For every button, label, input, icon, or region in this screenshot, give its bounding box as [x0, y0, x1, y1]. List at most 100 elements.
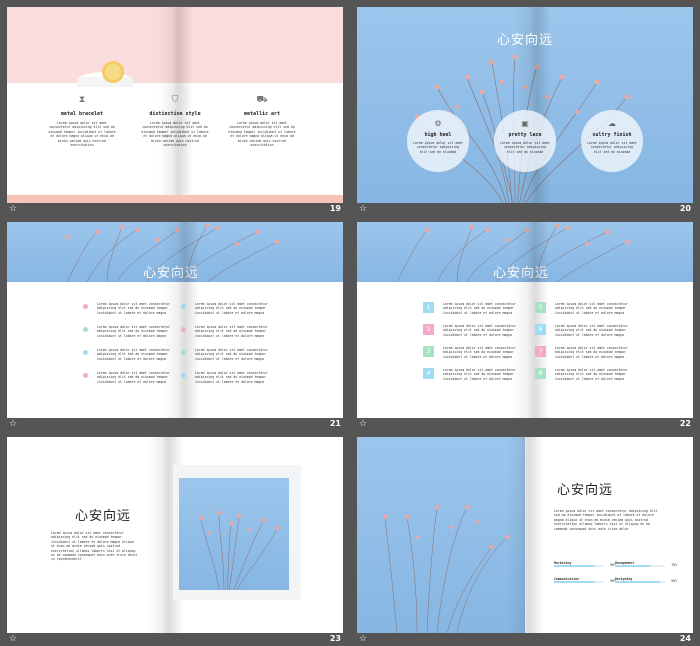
star-icon: ☆ [9, 419, 18, 429]
numbered-item: 6 Lorem ipsum dolor sit amet consectetur … [535, 324, 628, 340]
list-item-text: Lorem ipsum dolor sit amet consectetur a… [97, 302, 170, 315]
slide-title: 心安向远 [496, 33, 553, 48]
list-item-text: Lorem ipsum dolor sit amet consectetur a… [443, 324, 516, 337]
slide-number: 24 [679, 634, 691, 643]
slide-thumbnail-19[interactable]: ⧗ metal bracelet Lorem ipsum dolor sit a… [7, 7, 343, 217]
bullet-dot [83, 350, 88, 355]
skill-bar: Designing 90% [615, 577, 677, 583]
feature-circle: ☁ sultry finish Lorem ipsum dolor sit am… [581, 110, 643, 172]
numbered-item: 3 Lorem ipsum dolor sit amet consectetur … [423, 346, 516, 362]
star-icon: ☆ [9, 634, 18, 644]
list-item-text: Lorem ipsum dolor sit amet consectetur a… [97, 371, 170, 384]
number-badge: 4 [423, 368, 434, 379]
bullet-dot [181, 327, 186, 332]
list-item-text: Lorem ipsum dolor sit amet consectetur a… [195, 371, 268, 384]
page-fold-shadow [163, 222, 199, 418]
feature-text: Lorem ipsum dolor sit amet consectetur a… [500, 141, 550, 154]
feature-circle: ▣ pretty lace Lorem ipsum dolor sit amet… [494, 110, 556, 172]
feature-title: sultry finish [592, 132, 632, 138]
list-item-text: Lorem ipsum dolor sit amet consectetur a… [195, 302, 268, 315]
list-item-text: Lorem ipsum dolor sit amet consectetur a… [97, 348, 170, 361]
feature-title: distinctive style [149, 111, 201, 117]
list-item: Lorem ipsum dolor sit amet consectetur a… [83, 348, 173, 364]
list-item-text: Lorem ipsum dolor sit amet consectetur a… [195, 325, 268, 338]
skill-fill [554, 565, 594, 567]
slide-canvas: 心安向远 Lorem ipsum dolor sit amet consecte… [7, 437, 343, 633]
slide-canvas: 心安向远 1Lorem ipsum dolor sit amet consect… [357, 222, 693, 418]
lemon-cup-image [77, 61, 133, 89]
list-item: Lorem ipsum dolor sit amet consectetur a… [83, 302, 173, 318]
number-badge: 6 [535, 324, 546, 335]
page-fold-shadow [507, 437, 543, 633]
feature-text: Lorem ipsum dolor sit amet consectetur a… [587, 141, 637, 154]
skill-track [615, 565, 665, 567]
slide-footer: ☆ 19 [7, 203, 343, 217]
star-icon: ☆ [359, 634, 368, 644]
bullet-dot [83, 304, 88, 309]
skill-bar: Communication 80% [554, 577, 616, 583]
numbered-item: 4 Lorem ipsum dolor sit amet consectetur … [423, 368, 516, 384]
feature-column: ⛟ metallic art Lorem ipsum dolor sit ame… [227, 95, 297, 147]
numbered-item: 8 Lorem ipsum dolor sit amet consectetur … [535, 368, 628, 384]
body-text: Lorem ipsum dolor sit amet consectetur a… [51, 531, 138, 562]
feature-title: high heel [424, 132, 452, 138]
slide-thumbnail-23[interactable]: 心安向远 Lorem ipsum dolor sit amet consecte… [7, 437, 343, 646]
slide-footer: ☆ 24 [357, 633, 693, 646]
list-item: Lorem ipsum dolor sit amet consectetur a… [83, 325, 173, 341]
list-item-text: Lorem ipsum dolor sit amet consectetur a… [555, 324, 628, 337]
list-item-text: Lorem ipsum dolor sit amet consectetur a… [443, 302, 516, 315]
feature-column: ⧗ metal bracelet Lorem ipsum dolor sit a… [47, 95, 117, 147]
list-item: Lorem ipsum dolor sit amet consectetur a… [83, 371, 173, 387]
feature-title: metal bracelet [60, 111, 104, 117]
star-icon: ☆ [359, 419, 368, 429]
list-item: Lorem ipsum dolor sit amet consectetur a… [181, 371, 271, 387]
feature-text: Lorem ipsum dolor sit amet consectetur a… [48, 121, 116, 148]
bullet-dot [181, 350, 186, 355]
camera-icon: ▣ [521, 119, 529, 128]
bullet-dot [181, 373, 186, 378]
numbered-item: 7 Lorem ipsum dolor sit amet consectetur … [535, 346, 628, 362]
number-badge: 2 [423, 324, 434, 335]
list-item-text: Lorem ipsum dolor sit amet consectetur a… [97, 325, 170, 338]
slide-thumbnail-22[interactable]: 心安向远 1Lorem ipsum dolor sit amet consect… [357, 222, 693, 432]
car-icon: ⛟ [256, 95, 268, 105]
slide-thumbnail-24[interactable]: 心安向远 Lorem ipsum dolor sit amet consecte… [357, 437, 693, 646]
flower-stems-image [199, 511, 279, 590]
hourglass-icon: ⧗ [78, 95, 86, 105]
skill-fill [615, 581, 660, 583]
slide-thumbnail-21[interactable]: 心安向远 Lorem ipsum dolor sit amet consecte… [7, 222, 343, 432]
slide-canvas: ⧗ metal bracelet Lorem ipsum dolor sit a… [7, 7, 343, 203]
number-badge: 7 [535, 346, 546, 357]
feature-text: Lorem ipsum dolor sit amet consectetur a… [141, 121, 209, 148]
photo-frame [173, 465, 301, 600]
slide-canvas: 心安向远 Lorem ipsum dolor sit amet consecte… [357, 437, 693, 633]
slide-footer: ☆ 20 [357, 203, 693, 217]
slide-number: 23 [329, 634, 341, 643]
slide-thumbnail-20[interactable]: 心安向远 ⚙ high heel Lorem ipsum dolor sit a… [357, 7, 693, 217]
slide-title: 心安向远 [557, 483, 614, 498]
salmon-footer-band [7, 195, 343, 203]
numbered-item: 2 Lorem ipsum dolor sit amet consectetur … [423, 324, 516, 340]
list-item-text: Lorem ipsum dolor sit amet consectetur a… [555, 346, 628, 359]
list-item-text: Lorem ipsum dolor sit amet consectetur a… [555, 368, 628, 381]
cloud-icon: ☁ [608, 119, 616, 128]
star-icon: ☆ [359, 204, 368, 214]
flower-stems-image [382, 504, 510, 633]
number-badge: 8 [535, 368, 546, 379]
slide-footer: ☆ 23 [7, 633, 343, 646]
skill-fill [615, 565, 650, 567]
slide-number: 22 [679, 419, 691, 428]
skill-value: 90% [671, 579, 677, 583]
skill-track [615, 581, 665, 583]
skill-bar: Marketing 80% [554, 561, 616, 567]
number-badge: 5 [535, 302, 546, 313]
bullet-dot [181, 304, 186, 309]
slide-canvas: 心安向远 Lorem ipsum dolor sit amet consecte… [7, 222, 343, 418]
skill-track [554, 565, 604, 567]
flower-photo [179, 478, 289, 590]
numbered-item: 1 Lorem ipsum dolor sit amet consectetur … [423, 302, 516, 318]
list-item-text: Lorem ipsum dolor sit amet consectetur a… [195, 348, 268, 361]
list-item-text: Lorem ipsum dolor sit amet consectetur a… [443, 368, 516, 381]
shield-icon: ⛉ [171, 95, 179, 105]
flower-photo [357, 437, 525, 633]
